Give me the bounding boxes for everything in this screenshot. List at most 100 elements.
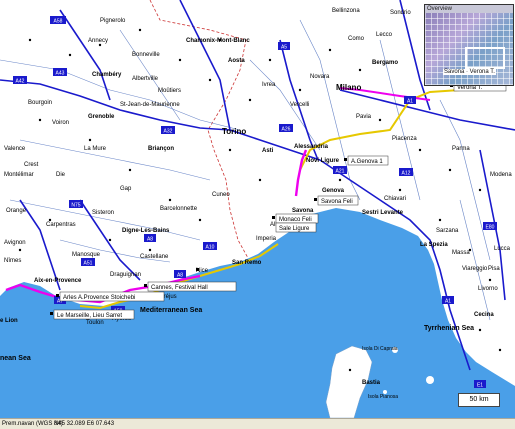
- sea-label: Mediterranean Sea: [140, 307, 202, 314]
- scale-bar: 50 km: [458, 393, 500, 407]
- place-label: Bonneville: [132, 52, 160, 58]
- place-label: Pisa: [488, 266, 500, 272]
- shield-label: A8: [147, 237, 153, 243]
- place-label: San Remo: [232, 260, 262, 266]
- place-label: Crest: [24, 162, 39, 168]
- place-label: Alessandria: [294, 144, 329, 150]
- place-label: Bellinzona: [332, 8, 360, 14]
- place-label: Asti: [262, 148, 274, 154]
- shield-label: A1: [407, 99, 413, 105]
- shield-label: A1: [445, 299, 451, 305]
- place-label: Imperia: [256, 236, 277, 242]
- place-label: Massa: [452, 250, 470, 256]
- place-label: e Lion: [0, 318, 18, 324]
- place-label: La Spezia: [420, 242, 448, 248]
- shield-label: A21: [336, 169, 345, 175]
- place-label: Modena: [490, 172, 512, 178]
- shield-label: N75: [71, 203, 80, 209]
- place-label: Avignon: [4, 240, 26, 246]
- shield-label: A58: [54, 19, 63, 25]
- place-label: Chamonix-Mont-Blanc: [186, 38, 250, 44]
- place-label: Annecy: [88, 38, 108, 44]
- place-label: Isola Di Capraia: [362, 346, 398, 352]
- waypoint-text: Monaco Feli: [279, 217, 312, 223]
- place-label: Manosque: [72, 252, 101, 258]
- shield-label: A26: [282, 127, 291, 133]
- place-label: Pavia: [356, 114, 372, 120]
- waypoint-text: Savona Feli: [321, 199, 353, 205]
- place-label: Chambéry: [92, 72, 122, 78]
- waypoint-monaco-feli: Monaco Feli: [275, 213, 319, 224]
- place-label: Milano: [336, 83, 361, 92]
- overview-viewport-rect[interactable]: [465, 47, 505, 69]
- place-label: Lecco: [376, 32, 393, 38]
- place-label: Chiavari: [384, 196, 406, 202]
- place-label: Aosta: [228, 58, 245, 64]
- waypoint-text: Sale Ligure: [279, 226, 310, 232]
- place-label: St-Jean-de-Maurienne: [120, 102, 180, 108]
- elba-island: [426, 376, 434, 384]
- place-label: Grenoble: [88, 114, 115, 120]
- place-label: Genova: [322, 188, 345, 194]
- waypoint-text: Le Marseille, Lieu Sarret: [57, 313, 122, 319]
- place-label: Sestri Levante: [362, 210, 404, 216]
- place-label: Aix-en-Provence: [34, 278, 82, 284]
- shield-label: A12: [402, 171, 411, 177]
- place-label: Toulon: [86, 320, 104, 326]
- place-label: Draguignan: [110, 272, 141, 278]
- waypoint-savona-feli: Savona Feli: [317, 195, 359, 206]
- sea-label: Tyrrhenian Sea: [424, 325, 474, 332]
- shield-label: A32: [164, 129, 173, 135]
- shield-label: A5: [281, 45, 287, 51]
- place-label: Orange: [6, 208, 27, 214]
- place-label: Bastia: [362, 380, 381, 386]
- place-label: Bergamo: [372, 60, 398, 66]
- place-label: Briançon: [148, 146, 174, 152]
- status-bar: Prem.navan (WGS 84) N45 32.089 E6 07.643: [0, 418, 515, 429]
- place-label: Gap: [120, 186, 132, 192]
- place-label: Piacenza: [392, 136, 417, 142]
- shield-label: E80: [486, 225, 495, 231]
- place-label: Sarzana: [436, 228, 459, 234]
- waypoint-marseille: Le Marseille, Lieu Sarret: [53, 309, 135, 320]
- place-label: Barcelonnette: [160, 206, 198, 212]
- place-label: Cecina: [474, 312, 494, 318]
- shield-label: A10: [206, 245, 215, 251]
- place-label: Novara: [310, 74, 330, 80]
- waypoint-sale-ligure: Sale Ligure: [275, 222, 317, 233]
- map-window: A58 A42 A43 A32 A5 A26 A21 A1 A10 A8 A12…: [0, 0, 515, 429]
- place-label: Cuneo: [212, 192, 230, 198]
- place-label: Moûtiers: [158, 88, 181, 94]
- overview-panel[interactable]: Overview Savona · Verona T.: [424, 4, 514, 86]
- place-label: Castellane: [140, 254, 169, 260]
- waypoint-cannes: Cannes, Festival Hall: [147, 281, 237, 292]
- sea-label: nean Sea: [0, 355, 31, 362]
- place-label: Parma: [452, 146, 470, 152]
- place-label: Sisteron: [92, 210, 114, 216]
- place-label: Sondrio: [390, 10, 411, 16]
- overview-title: Overview: [425, 5, 513, 13]
- shield-label: A42: [16, 79, 25, 85]
- shield-label: A51: [84, 261, 93, 267]
- shield-label: A43: [56, 71, 65, 77]
- place-label: Die: [56, 172, 66, 178]
- place-label: Ivrea: [262, 82, 276, 88]
- place-label: Livorno: [478, 286, 498, 292]
- waypoint-arles: Arles A.Provence Stoichebi: [59, 291, 165, 302]
- place-label: Digne-Les-Bains: [122, 228, 170, 234]
- place-label: Torino: [222, 127, 246, 136]
- place-label: Viareggio: [462, 266, 488, 272]
- status-coordinates: N45 32.089 E6 07.643: [54, 421, 115, 427]
- shield-label: A8: [177, 273, 183, 279]
- shield-label: E1: [477, 383, 483, 389]
- place-label: Savona: [292, 208, 314, 214]
- waypoint-a-genova: A.Genova 1: [347, 155, 389, 166]
- place-label: Pignerolo: [100, 18, 126, 24]
- place-label: La Mure: [84, 146, 107, 152]
- place-label: Vercelli: [290, 102, 309, 108]
- place-label: Novi Ligure: [306, 158, 340, 164]
- waypoint-text: A.Genova 1: [351, 159, 383, 165]
- place-label: Carpentras: [46, 222, 76, 228]
- place-label: Montélimar: [4, 172, 34, 178]
- place-label: Bourgoin: [28, 100, 52, 106]
